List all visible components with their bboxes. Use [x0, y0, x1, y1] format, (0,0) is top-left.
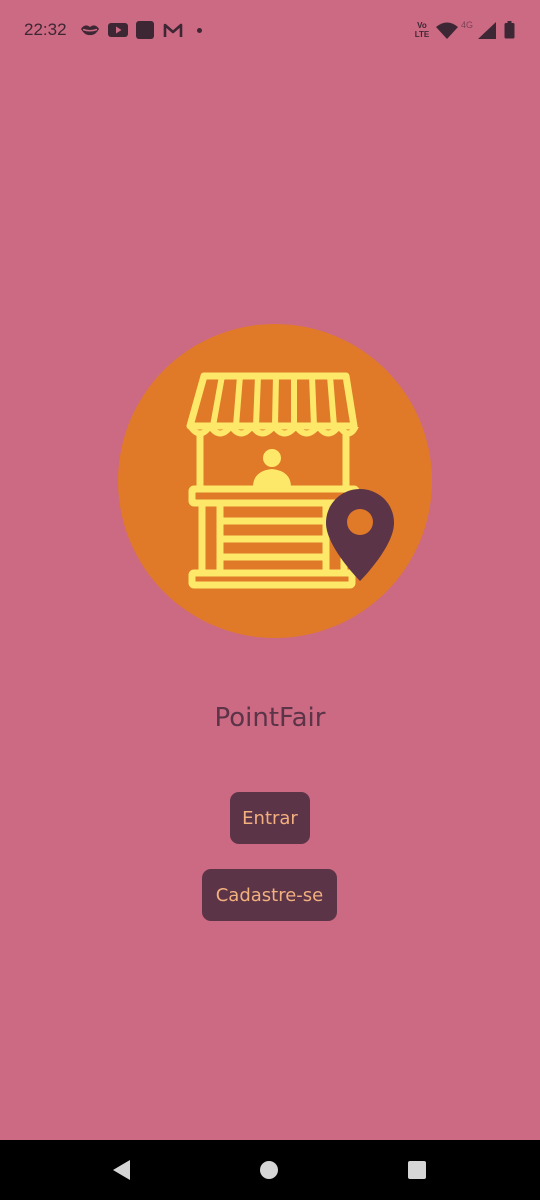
lips-icon [81, 25, 99, 36]
signup-button[interactable]: Cadastre-se [202, 869, 337, 921]
recents-icon[interactable] [408, 1161, 426, 1179]
back-icon[interactable] [111, 1159, 131, 1181]
login-button[interactable]: Entrar [230, 792, 310, 844]
volte-icon: Vo LTE [412, 21, 432, 41]
signup-button-label: Cadastre-se [215, 884, 324, 906]
home-icon[interactable] [259, 1160, 279, 1180]
status-bar: 22:32 Vo LTE 4G [0, 0, 540, 62]
app-title: PointFair [214, 703, 326, 733]
status-time: 22:32 [24, 20, 67, 39]
app-square-icon [136, 21, 154, 39]
volte-bottom-label: LTE [414, 30, 430, 39]
youtube-icon [108, 23, 128, 37]
wifi-icon [436, 22, 458, 39]
volte-top-label: Vo [417, 21, 427, 30]
screen: 22:32 Vo LTE 4G PointFair Entrar Cadastr… [0, 0, 540, 1200]
login-button-label: Entrar [242, 807, 298, 829]
navigation-bar [0, 1140, 540, 1200]
dot-icon [197, 28, 202, 33]
gmail-icon [163, 23, 183, 37]
app-logo [118, 324, 432, 638]
battery-icon [504, 21, 515, 39]
signal-icon [478, 22, 496, 39]
network-type-label: 4G [461, 20, 474, 30]
